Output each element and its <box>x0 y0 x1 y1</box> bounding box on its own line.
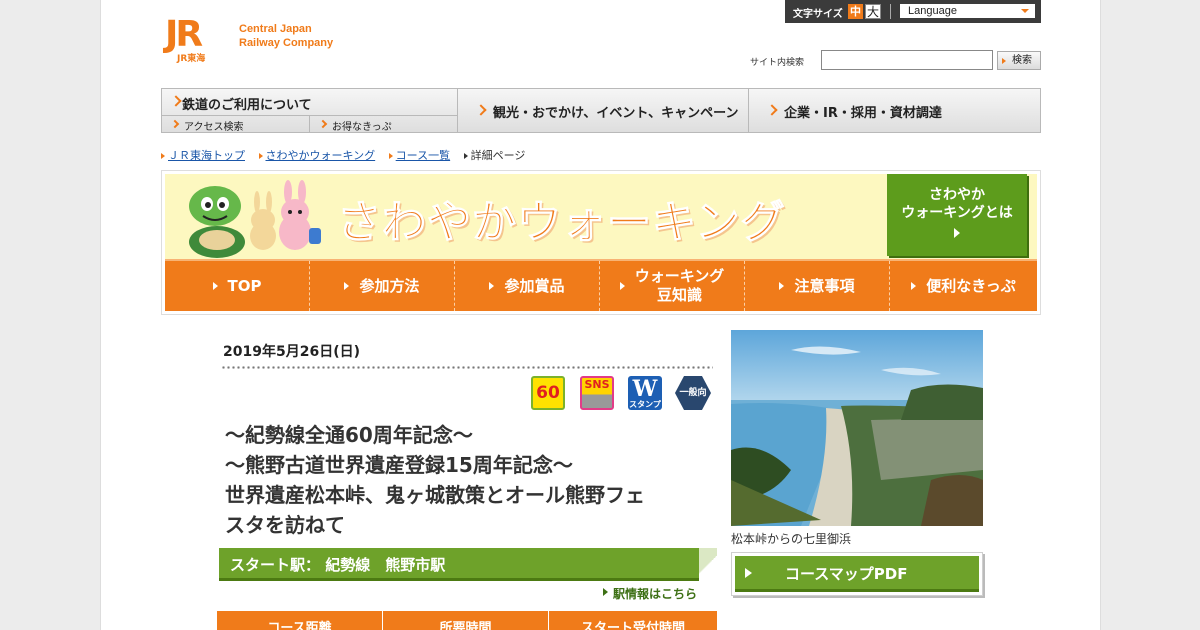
breadcrumb-courses[interactable]: コース一覧 <box>389 149 450 162</box>
language-select[interactable]: Language <box>900 4 1035 18</box>
table-header-distance: コース距離 <box>217 611 383 630</box>
breadcrumb-walking[interactable]: さわやかウォーキング <box>259 149 376 162</box>
font-size-large-button[interactable]: 大 <box>865 4 881 19</box>
arrow-right-icon <box>619 282 625 290</box>
banner-header: さわやかウォーキング さわやか ウォーキングとは <box>165 174 1037 259</box>
about-walking-button[interactable]: さわやか ウォーキングとは <box>887 174 1027 256</box>
course-info-table: コース距離 所要時間 スタート受付時間 <box>217 611 717 630</box>
subnav-walking-tips-label: ウォーキング 豆知識 <box>635 267 725 305</box>
walking-subnav: TOP 参加方法 参加賞品 ウォーキング 豆知識 注意事項 便利なきっぷ <box>165 259 1037 311</box>
arrow-right-icon <box>212 282 218 290</box>
company-name-line1: Central Japan <box>239 23 312 35</box>
subnav-prizes-label: 参加賞品 <box>504 276 565 295</box>
gnav-rail-link[interactable]: 鉄道のご利用について <box>162 89 458 116</box>
folded-corner <box>699 548 717 581</box>
company-name: Central Japan Railway Company <box>239 22 333 50</box>
subnav-how-to-join-label: 参加方法 <box>359 276 420 295</box>
anniversary-60-badge: 60 <box>531 376 565 410</box>
breadcrumb: ＪＲ東海トップ さわやかウォーキング コース一覧 詳細ページ <box>161 147 535 163</box>
w-stamp-badge: W スタンプ <box>628 376 662 410</box>
divider <box>890 4 891 19</box>
arrow-right-icon <box>344 282 350 290</box>
subnav-notes[interactable]: 注意事項 <box>745 261 890 311</box>
start-station: スタート駅： 紀勢線 熊野市駅 <box>219 548 699 581</box>
subnav-walking-tips[interactable]: ウォーキング 豆知識 <box>600 261 745 311</box>
subnav-notes-label: 注意事項 <box>794 276 855 295</box>
jr-logo-mark: JR <box>165 14 203 55</box>
page: JR JR東海 Central Japan Railway Company 文字… <box>100 0 1101 630</box>
global-nav: 鉄道のご利用について アクセス検索 お得なきっぷ 観光・おでかけ、イベント、キャ… <box>161 88 1041 133</box>
event-date: 2019年5月26日(日) <box>223 344 360 360</box>
event-title-line4: スタを訪ねて <box>225 513 345 537</box>
breadcrumb-current: 詳細ページ <box>464 149 526 162</box>
walking-title: さわやかウォーキング <box>337 197 786 249</box>
course-map-pdf-button[interactable]: コースマップPDF <box>731 552 983 596</box>
event-title-line3: 世界遺産松本峠、鬼ヶ城散策とオール熊野フェ <box>225 483 645 507</box>
chevron-down-icon <box>1021 9 1029 13</box>
event-title: ～紀勢線全通60周年記念～ ～熊野古道世界遺産登録15周年記念～ 世界遺産松本峠… <box>225 420 725 540</box>
subnav-top[interactable]: TOP <box>165 261 310 311</box>
dotted-divider <box>221 366 713 369</box>
w-stamp-label: スタンプ <box>629 400 661 409</box>
general-audience-badge: 一般向 <box>675 376 711 410</box>
subnav-tickets[interactable]: 便利なきっぷ <box>890 261 1037 311</box>
mascot-characters-image <box>189 180 321 258</box>
event-title-line2: ～熊野古道世界遺産登録15周年記念～ <box>225 453 573 477</box>
subnav-top-label: TOP <box>227 276 262 295</box>
arrow-right-icon <box>954 228 960 238</box>
about-walking-line1: さわやか <box>929 187 985 203</box>
course-map-pdf-label: コースマップPDF <box>735 556 979 592</box>
subnav-walking-tips-line1: ウォーキング <box>634 267 725 285</box>
gnav-corporate-link[interactable]: 企業・IR・採用・資材調達 <box>750 89 1040 132</box>
jr-logo-sub: JR東海 <box>177 54 206 64</box>
gnav-tickets-link[interactable]: お得なきっぷ <box>310 116 458 133</box>
event-title-line1: ～紀勢線全通60周年記念～ <box>225 423 473 447</box>
walking-banner: さわやかウォーキング さわやか ウォーキングとは TOP 参加方法 参加賞品 ウ… <box>161 170 1041 315</box>
station-info-link[interactable]: 駅情報はこちら <box>602 585 697 602</box>
w-stamp-letter: W <box>632 376 658 402</box>
subnav-prizes[interactable]: 参加賞品 <box>455 261 600 311</box>
photo-caption: 松本峠からの七里御浜 <box>731 532 852 546</box>
utility-bar: 文字サイズ 中 大 Language <box>785 0 1041 23</box>
gnav-access-link[interactable]: アクセス検索 <box>162 116 310 133</box>
breadcrumb-home[interactable]: ＪＲ東海トップ <box>161 149 245 162</box>
gnav-rail-group: 鉄道のご利用について アクセス検索 お得なきっぷ <box>162 89 458 133</box>
sns-badge: SNS <box>580 376 614 410</box>
arrow-right-icon <box>489 282 495 290</box>
subnav-how-to-join[interactable]: 参加方法 <box>310 261 455 311</box>
site-search-input[interactable] <box>821 50 993 70</box>
table-header-start-time: スタート受付時間 <box>549 611 717 630</box>
coast-photo <box>731 330 983 526</box>
start-station-bar: スタート駅： 紀勢線 熊野市駅 <box>219 548 717 581</box>
jr-central-logo[interactable]: JR JR東海 Central Japan Railway Company <box>165 14 365 65</box>
subnav-tickets-label: 便利なきっぷ <box>926 276 1016 295</box>
gnav-tourism-link[interactable]: 観光・おでかけ、イベント、キャンペーン <box>459 89 749 132</box>
arrow-right-icon <box>779 282 785 290</box>
language-select-value: Language <box>908 5 957 17</box>
font-size-medium-button[interactable]: 中 <box>848 4 863 19</box>
search-button[interactable]: 検索 <box>997 51 1041 70</box>
arrow-right-icon <box>911 282 917 290</box>
site-search-label: サイト内検索 <box>750 58 805 68</box>
about-walking-line2: ウォーキングとは <box>901 205 1013 221</box>
font-size-label: 文字サイズ <box>793 9 843 20</box>
subnav-walking-tips-line2: 豆知識 <box>656 286 702 304</box>
company-name-line2: Railway Company <box>239 37 334 49</box>
table-header-duration: 所要時間 <box>383 611 549 630</box>
